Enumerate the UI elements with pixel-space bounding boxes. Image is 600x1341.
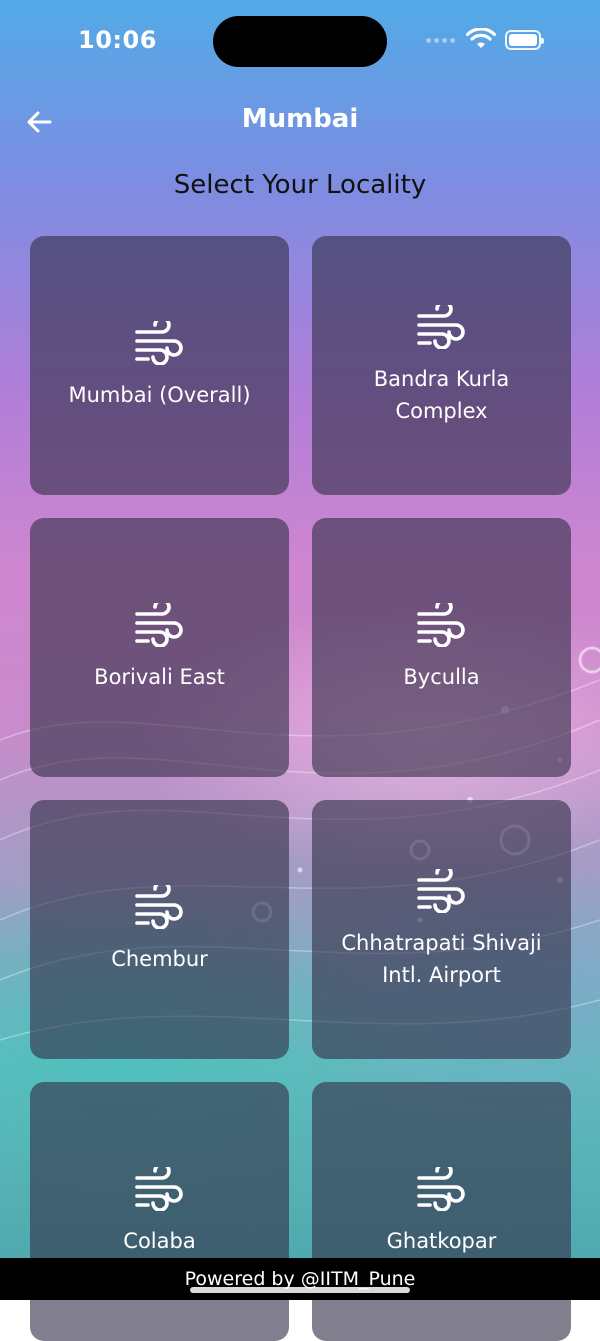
locality-label: Mumbai (Overall)	[68, 382, 251, 407]
wind-icon	[416, 304, 465, 349]
locality-card-chhatrapati-shivaji-airport[interactable]: Chhatrapati Shivaji Intl. Airport	[312, 800, 571, 1059]
powered-by-footer: Powered by @IITM_Pune	[0, 1258, 600, 1300]
locality-card-chembur[interactable]: Chembur	[30, 800, 289, 1059]
status-time: 10:06	[78, 26, 157, 54]
wind-icon	[416, 602, 465, 647]
home-indicator	[190, 1287, 410, 1293]
select-locality-heading: Select Your Locality	[173, 170, 427, 200]
locality-card-byculla[interactable]: Byculla	[312, 518, 571, 777]
locality-label: Colaba	[123, 1228, 196, 1253]
locality-card-borivali-east[interactable]: Borivali East	[30, 518, 289, 777]
wind-icon	[134, 320, 183, 365]
locality-card-ghatkopar[interactable]: Ghatkopar	[312, 1082, 571, 1341]
locality-card-colaba[interactable]: Colaba	[30, 1082, 289, 1341]
wind-icon	[134, 1166, 183, 1211]
locality-label: Chembur	[111, 946, 208, 971]
locality-card-bandra-kurla-complex[interactable]: Bandra Kurla Complex	[312, 236, 571, 495]
page-title: Mumbai	[241, 104, 359, 134]
wifi-icon	[466, 28, 496, 48]
status-bar: 10:06	[0, 0, 600, 80]
locality-label: Bandra Kurla Complex	[373, 366, 510, 423]
wind-icon	[416, 1166, 465, 1211]
wind-icon	[134, 884, 183, 929]
battery-icon	[505, 30, 544, 50]
wind-icon	[416, 868, 465, 913]
locality-label: Chhatrapati Shivaji Intl. Airport	[341, 930, 542, 987]
locality-label: Ghatkopar	[386, 1228, 497, 1253]
locality-label: Byculla	[403, 664, 480, 689]
locality-label: Borivali East	[94, 664, 225, 689]
wind-icon	[134, 602, 183, 647]
cellular-signal-icon	[426, 38, 455, 43]
locality-card-mumbai-overall[interactable]: Mumbai (Overall)	[30, 236, 289, 495]
dynamic-island	[213, 16, 387, 67]
